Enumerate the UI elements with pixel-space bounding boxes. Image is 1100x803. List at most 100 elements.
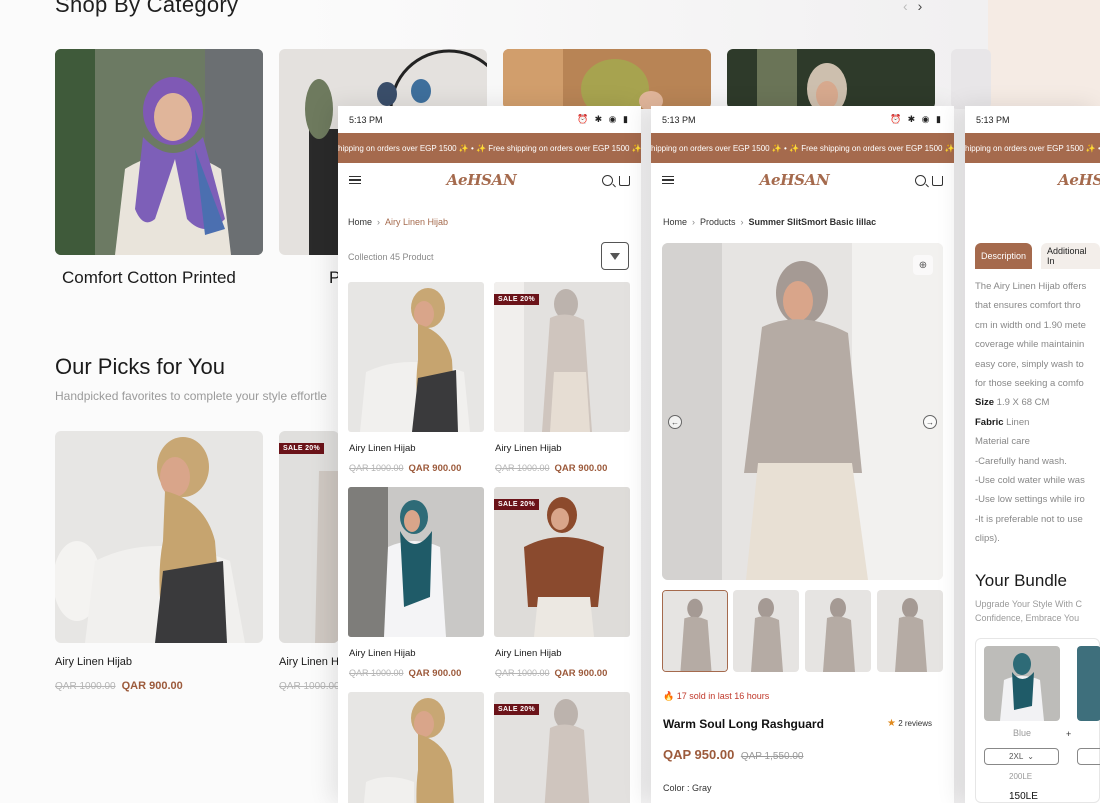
menu-icon[interactable] bbox=[349, 175, 361, 185]
cart-icon[interactable] bbox=[932, 176, 943, 186]
bundle-subtitle: Upgrade Your Style With C bbox=[975, 599, 1083, 609]
fabric-spec: Fabric Linen bbox=[975, 413, 1086, 432]
care-line: -Use cold water while was bbox=[975, 475, 1085, 487]
product-price: QAR 1000.00 QAR 900.00 bbox=[349, 463, 461, 474]
app-header: AeHSAN bbox=[338, 163, 641, 197]
old-price: QAP 1,550.00 bbox=[740, 751, 804, 762]
prev-arrow-icon[interactable]: ‹ bbox=[903, 0, 918, 14]
bundle-item-image[interactable] bbox=[1077, 646, 1100, 721]
product-image[interactable]: SALE 20% bbox=[494, 487, 630, 637]
category-image[interactable] bbox=[951, 49, 991, 109]
fabric-value: Linen bbox=[1006, 416, 1030, 428]
chevron-right-icon: › bbox=[692, 217, 696, 227]
brand-logo[interactable]: AeHSAN bbox=[1058, 171, 1100, 189]
category-image[interactable] bbox=[503, 49, 711, 109]
color-label: Color : Gray bbox=[663, 783, 712, 793]
product-price: QAP 950.00 QAP 1,550.00 bbox=[663, 747, 803, 762]
breadcrumb-products[interactable]: Products bbox=[700, 217, 736, 227]
size-spec: Size 1.9 X 68 CM bbox=[975, 393, 1086, 412]
star-icon: ★ bbox=[887, 718, 896, 729]
promo-banner: hipping on orders over EGP 1500 ✨ • ✨ Fr… bbox=[965, 133, 1100, 163]
next-image-icon[interactable]: → bbox=[923, 415, 937, 429]
status-time: 5:13 PM bbox=[349, 114, 383, 125]
brand-logo[interactable]: AeHSAN bbox=[760, 171, 830, 189]
product-price: QAR 1000.00 QAR 900.00 bbox=[495, 463, 607, 474]
thumbnail[interactable] bbox=[805, 590, 871, 672]
category-label[interactable]: Comfort Cotton Printed bbox=[62, 268, 236, 288]
category-image[interactable] bbox=[55, 49, 263, 255]
promo-banner: hipping on orders over EGP 1500 ✨ • ✨ Fr… bbox=[651, 133, 954, 163]
price: QAR 900.00 bbox=[554, 463, 608, 474]
plus-icon: + bbox=[1066, 729, 1072, 739]
sold-notice-text: 17 sold in last 16 hours bbox=[676, 691, 770, 701]
category-image[interactable] bbox=[727, 49, 935, 109]
old-price: QAR 1000.00 bbox=[55, 681, 116, 692]
product-name[interactable]: Airy Linen Hi bbox=[279, 656, 341, 668]
product-image[interactable]: SALE 20% bbox=[494, 282, 630, 432]
banner-text: hipping on orders over EGP 1500 ✨ • ✨ Fr… bbox=[965, 143, 1100, 153]
thumbnail[interactable] bbox=[662, 590, 728, 672]
product-image[interactable] bbox=[348, 692, 484, 803]
size-select[interactable] bbox=[1077, 748, 1100, 765]
product-image[interactable]: SALE 20% bbox=[279, 431, 339, 643]
product-price: QAR 1000.00 QAR 900.00 bbox=[349, 668, 461, 679]
price: QAR 900.00 bbox=[554, 668, 608, 679]
picks-title: Our Picks for You bbox=[55, 354, 225, 379]
zoom-icon[interactable]: ⊕ bbox=[913, 255, 933, 275]
sale-badge: SALE 20% bbox=[494, 294, 540, 305]
filter-button[interactable] bbox=[601, 242, 629, 270]
cart-icon[interactable] bbox=[619, 176, 630, 186]
old-price: QAR 1000.00 bbox=[495, 463, 550, 473]
sale-badge: SALE 20% bbox=[494, 499, 540, 510]
filter-icon bbox=[610, 252, 620, 260]
sold-notice: 🔥 17 sold in last 16 hours bbox=[663, 691, 769, 702]
bundle-item-card[interactable]: Blue 2XL ⌄ + 200LE 150LE bbox=[975, 638, 1100, 803]
tab-description[interactable]: Description bbox=[975, 243, 1033, 269]
product-name[interactable]: Airy Linen Hijab bbox=[495, 648, 562, 659]
product-name[interactable]: Airy Linen Hijab bbox=[349, 443, 416, 454]
thumbnail[interactable] bbox=[877, 590, 943, 672]
prev-image-icon[interactable]: ← bbox=[668, 415, 682, 429]
product-image[interactable] bbox=[55, 431, 263, 643]
breadcrumb-home[interactable]: Home bbox=[663, 217, 687, 227]
menu-icon[interactable] bbox=[662, 175, 674, 185]
main-product-image[interactable]: ⊕ ← → bbox=[662, 243, 943, 580]
app-header: AeHSAN bbox=[965, 163, 1100, 197]
status-bar: 5:13 PM bbox=[965, 106, 1100, 133]
care-line: -It is preferable not to use bbox=[975, 513, 1083, 525]
old-price: QAR 1000.00 bbox=[349, 463, 404, 473]
size-select[interactable]: 2XL ⌄ bbox=[984, 748, 1059, 765]
chevron-down-icon: ⌄ bbox=[1027, 752, 1034, 761]
search-icon[interactable] bbox=[915, 174, 926, 186]
tab-additional-info[interactable]: Additional In bbox=[1041, 243, 1100, 269]
status-bar: 5:13 PM ⏰ ✱ ◉ ▮ bbox=[651, 106, 954, 133]
care-line: Material care bbox=[975, 436, 1030, 448]
bundle-item-old-price: 200LE bbox=[1009, 772, 1033, 781]
product-image[interactable] bbox=[348, 282, 484, 432]
product-image[interactable] bbox=[348, 487, 484, 637]
bundle-subtitle: Confidence, Embrace You bbox=[975, 613, 1080, 623]
status-icons: ⏰ ✱ ◉ ▮ bbox=[889, 114, 943, 124]
breadcrumb: Home › Airy Linen Hijab bbox=[348, 217, 448, 227]
old-price: QAR 1000.00 bbox=[279, 681, 340, 692]
brand-logo[interactable]: AeHSAN bbox=[447, 171, 517, 189]
breadcrumb-current: Summer SlitSmort Basic lillac bbox=[748, 217, 877, 227]
thumbnail[interactable] bbox=[733, 590, 799, 672]
reviews[interactable]: ★ 2 reviews bbox=[887, 718, 932, 729]
fire-icon: 🔥 bbox=[663, 691, 675, 701]
bundle-item-image[interactable] bbox=[984, 646, 1060, 721]
carousel-arrows[interactable]: ‹› bbox=[903, 0, 932, 14]
product-name[interactable]: Airy Linen Hijab bbox=[495, 443, 562, 454]
product-name[interactable]: Airy Linen Hijab bbox=[349, 648, 416, 659]
product-name[interactable]: Airy Linen Hijab bbox=[55, 656, 132, 668]
chevron-right-icon: › bbox=[740, 217, 744, 227]
breadcrumb: Home › Products › Summer SlitSmort Basic lil… bbox=[663, 217, 876, 227]
search-icon[interactable] bbox=[602, 174, 613, 186]
product-image[interactable]: SALE 20% bbox=[494, 692, 630, 803]
next-arrow-icon[interactable]: › bbox=[918, 0, 933, 14]
status-icons: ⏰ ✱ ◉ ▮ bbox=[576, 114, 630, 124]
breadcrumb-home[interactable]: Home bbox=[348, 217, 372, 227]
status-time: 5:13 PM bbox=[976, 114, 1010, 125]
description-line: coverage while maintainin bbox=[975, 339, 1085, 351]
old-price: QAR 1000.00 bbox=[349, 668, 404, 678]
